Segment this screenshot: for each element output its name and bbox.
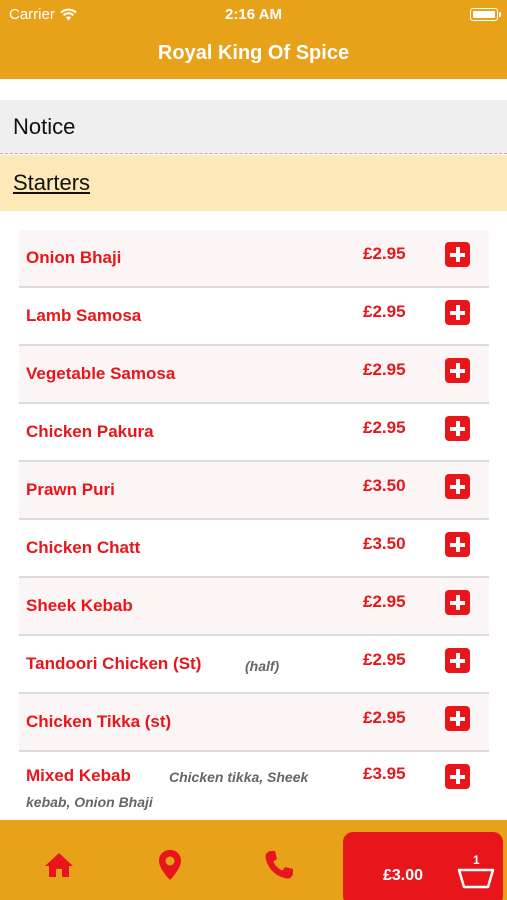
cart-count-badge: 1	[473, 853, 480, 867]
item-name: Chicken Chatt	[26, 538, 141, 557]
phone-icon[interactable]	[262, 848, 296, 882]
item-name: Tandoori Chicken (St)	[26, 654, 202, 673]
menu-item[interactable]: Lamb Samosa £2.95	[19, 288, 489, 346]
bottom-bar: £3.00 1	[0, 820, 507, 900]
item-note: Chicken tikka, Sheek	[169, 769, 309, 785]
item-name: Chicken Pakura	[26, 422, 154, 441]
item-price: £2.95	[363, 708, 406, 727]
add-item-button[interactable]	[445, 358, 470, 383]
item-price: £2.95	[363, 650, 406, 669]
item-note: (half)	[245, 658, 280, 674]
menu-item[interactable]: Chicken Pakura £2.95	[19, 404, 489, 462]
add-item-button[interactable]	[445, 474, 470, 499]
item-price: £3.50	[363, 534, 406, 553]
add-item-button[interactable]	[445, 416, 470, 441]
cart-button[interactable]: £3.00 1	[343, 832, 503, 900]
status-time: 2:16 AM	[225, 6, 282, 23]
item-price: £2.95	[363, 244, 406, 263]
category-label: Starters	[13, 170, 91, 195]
item-name: Vegetable Samosa	[26, 364, 176, 383]
item-name: Mixed Kebab	[26, 766, 131, 785]
item-name: Prawn Puri	[26, 480, 115, 499]
item-name: Onion Bhaji	[26, 248, 122, 267]
cart-total: £3.00	[383, 867, 424, 884]
nav-bar: Royal King Of Spice	[0, 28, 507, 79]
menu-item[interactable]: Prawn Puri £3.50	[19, 462, 489, 520]
item-price: £2.95	[363, 592, 406, 611]
menu-item[interactable]: Chicken Chatt £3.50	[19, 520, 489, 578]
category-header-starters[interactable]: Starters	[0, 155, 507, 211]
add-item-button[interactable]	[445, 242, 470, 267]
add-item-button[interactable]	[445, 532, 470, 557]
item-price: £2.95	[363, 302, 406, 321]
item-price: £2.95	[363, 418, 406, 437]
page-title: Royal King Of Spice	[157, 42, 350, 64]
item-name: Sheek Kebab	[26, 596, 133, 615]
add-item-button[interactable]	[445, 300, 470, 325]
add-item-button[interactable]	[445, 706, 470, 731]
menu-item[interactable]: Tandoori Chicken (St) (half) £2.95	[19, 636, 489, 694]
menu-item[interactable]: Sheek Kebab £2.95	[19, 578, 489, 636]
notice-label: Notice	[13, 113, 76, 139]
item-note: kebab, Onion Bhaji	[26, 794, 153, 810]
notice-section[interactable]: Notice	[0, 100, 507, 154]
item-name: Chicken Tikka (st)	[26, 712, 172, 731]
home-icon[interactable]	[42, 848, 76, 882]
menu-item[interactable]: Onion Bhaji £2.95	[19, 230, 489, 288]
item-price: £3.95	[363, 764, 406, 783]
menu-item[interactable]: Chicken Tikka (st) £2.95	[19, 694, 489, 752]
add-item-button[interactable]	[445, 764, 470, 789]
item-name: Lamb Samosa	[26, 306, 142, 325]
menu-item[interactable]: Mixed Kebab Chicken tikka, Sheek kebab, …	[19, 752, 489, 822]
item-price: £3.50	[363, 476, 406, 495]
add-item-button[interactable]	[445, 590, 470, 615]
menu-list: Onion Bhaji £2.95 Lamb Samosa £2.95 Vege…	[19, 230, 489, 822]
item-price: £2.95	[363, 360, 406, 379]
menu-item[interactable]: Vegetable Samosa £2.95	[19, 346, 489, 404]
location-pin-icon[interactable]	[153, 848, 187, 882]
battery-icon	[470, 8, 501, 21]
status-bar: Carrier 2:16 AM	[0, 0, 507, 28]
add-item-button[interactable]	[445, 648, 470, 673]
